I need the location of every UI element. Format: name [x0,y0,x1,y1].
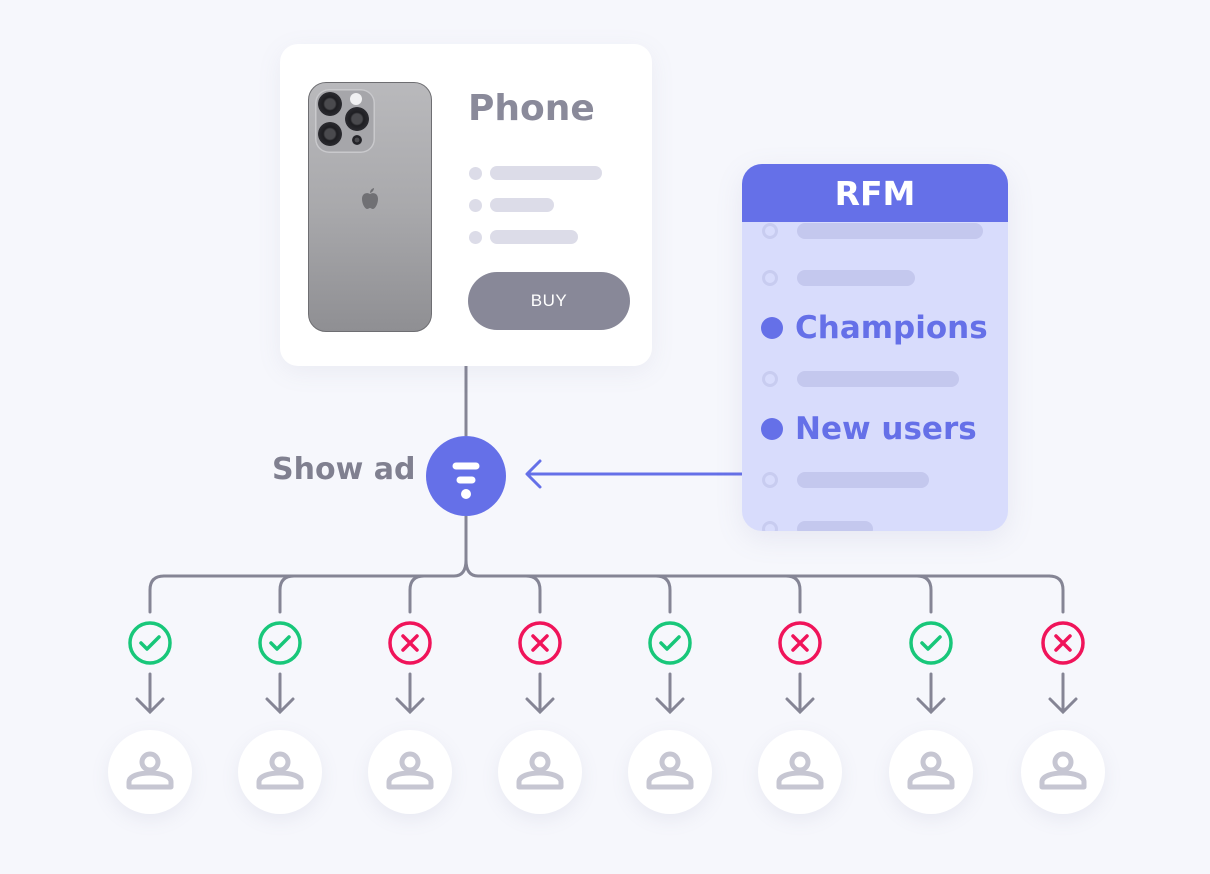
branch-left-rail [162,558,468,578]
rfm-segment-option[interactable] [762,514,873,531]
user-icon [256,751,304,790]
user-icon [126,751,174,790]
cross-icon [778,621,822,665]
detail-line [490,166,602,180]
user-icon [776,751,824,790]
user-avatar [628,730,712,814]
detail-line [490,198,554,212]
radio-selected-icon [761,418,783,440]
detail-bullet [469,167,482,180]
cross-icon [1041,621,1085,665]
branch-drop [148,574,166,614]
segment-label: Champions [795,310,988,346]
detail-bullet [469,231,482,244]
user-avatar [368,730,452,814]
rfm-panel: RFM Champions New users [742,164,1008,531]
user-icon [516,751,564,790]
segment-placeholder [797,223,983,239]
radio-icon [762,521,778,531]
branch-drop [408,574,426,614]
user-icon [386,751,434,790]
radio-selected-icon [761,317,783,339]
user-avatar [498,730,582,814]
camera-module [315,89,375,153]
rfm-segment-option[interactable] [762,364,959,394]
check-icon [128,621,172,665]
filter-icon [452,462,480,499]
segment-placeholder [797,521,873,531]
rfm-segment-option[interactable] [762,465,929,495]
rfm-segment-new-users[interactable]: New users [761,411,977,447]
cross-icon [518,621,562,665]
radio-icon [762,270,778,286]
show-ad-filter-node[interactable] [426,436,506,516]
show-ad-label: Show ad [272,452,416,487]
branch-drop [654,574,672,614]
radio-icon [762,371,778,387]
segment-placeholder [797,371,959,387]
product-title: Phone [468,88,595,129]
phone-image [308,82,432,332]
segment-label: New users [795,411,977,447]
branch-drop [915,574,933,614]
user-avatar [1021,730,1105,814]
branch-drop [278,574,296,614]
rfm-title: RFM [742,164,1008,222]
branch-right-rail [464,558,1051,578]
segment-placeholder [797,270,915,286]
user-icon [907,751,955,790]
detail-bullet [469,199,482,212]
user-avatar [108,730,192,814]
user-avatar [889,730,973,814]
rfm-segment-option[interactable] [762,263,915,293]
user-avatar [238,730,322,814]
branch-drop [1047,574,1065,614]
rfm-arrow [525,459,742,489]
cross-icon [388,621,432,665]
check-icon [648,621,692,665]
buy-button[interactable]: BUY [468,272,630,330]
user-avatar [758,730,842,814]
apple-logo-icon [362,188,378,209]
check-icon [909,621,953,665]
detail-line [490,230,578,244]
user-icon [646,751,694,790]
rfm-segment-option[interactable] [762,216,983,246]
radio-icon [762,472,778,488]
branch-drop [784,574,802,614]
radio-icon [762,223,778,239]
rfm-segment-champions[interactable]: Champions [761,310,988,346]
product-card: Phone BUY [280,44,652,366]
user-icon [1039,751,1087,790]
check-icon [258,621,302,665]
segment-placeholder [797,472,929,488]
branch-drop [524,574,542,614]
